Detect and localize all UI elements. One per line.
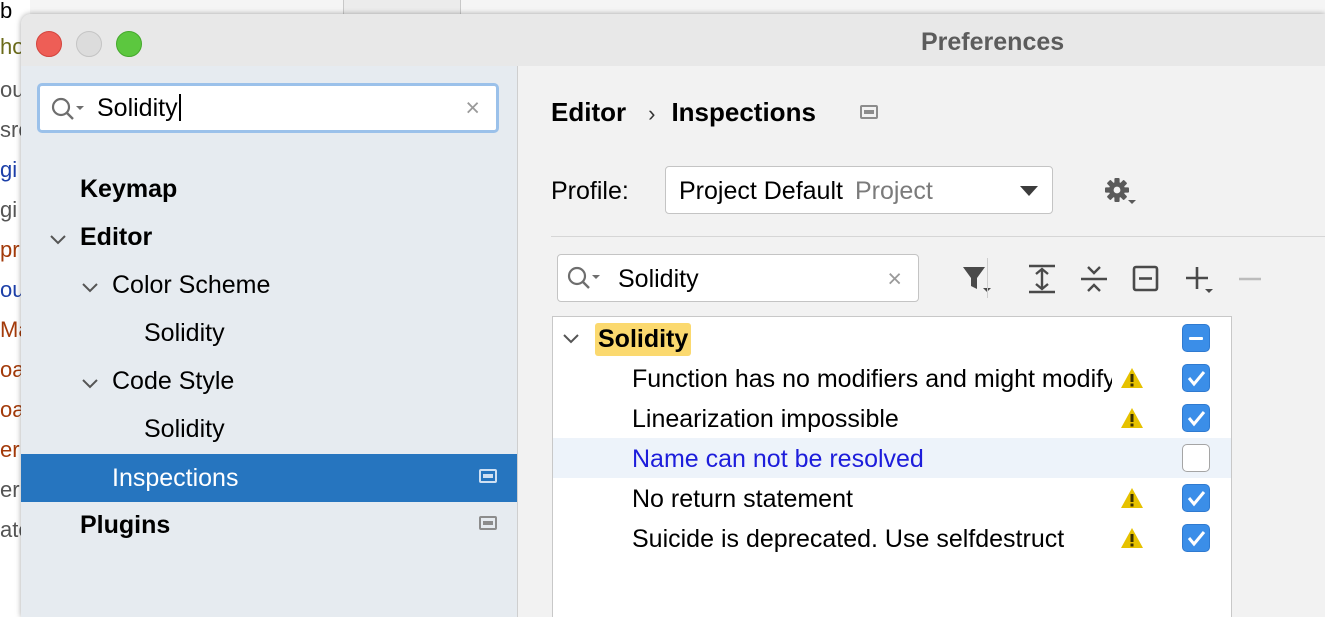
warning-icon [1119,526,1145,555]
inspection-name: Suicide is deprecated. Use selfdestruct [632,525,1065,553]
title-bar: Preferences [21,14,1325,66]
remove-icon[interactable] [1233,262,1267,296]
bg-fragment: b [0,0,13,23]
breadcrumb-inspections: Inspections [671,97,816,127]
gear-icon[interactable] [1103,177,1137,212]
warning-icon [1119,406,1145,435]
expand-all-icon[interactable] [1025,262,1059,296]
search-icon[interactable] [50,96,86,127]
breadcrumb-separator: › [648,101,656,126]
project-level-icon [860,105,878,119]
settings-search-value: Solidity [97,94,178,122]
minimize-window-button[interactable] [76,31,102,57]
sidebar-item-editor[interactable]: Editor [21,213,517,261]
chevron-down-icon[interactable] [561,330,581,353]
sidebar-item-inspections[interactable]: Inspections [21,454,517,502]
toolbar-separator [987,258,988,298]
sidebar-item-label: Keymap [80,175,178,203]
reset-to-default-icon[interactable] [1129,262,1163,296]
sidebar-item-color-scheme-solidity[interactable]: Solidity [21,309,517,357]
inspection-checkbox[interactable] [1182,364,1210,392]
inspection-checkbox[interactable] [1182,524,1210,552]
inspection-row[interactable]: Function has no modifiers and might modi… [553,358,1231,398]
sidebar-item-label: Plugins [80,511,171,539]
sidebar-item-code-style-solidity[interactable]: Solidity [21,405,517,453]
inspections-tree: Solidity Function has no modifiers and m… [552,316,1232,617]
sidebar-item-label: Color Scheme [112,271,271,299]
group-checkbox[interactable] [1182,324,1210,352]
sidebar-item-keymap[interactable]: Keymap [21,165,517,213]
sidebar-item-label: Solidity [144,415,225,443]
profile-dropdown[interactable]: Project Default Project [665,166,1053,214]
inspection-row[interactable]: No return statement [553,478,1231,518]
bg-fragment: gi [0,157,18,182]
warning-icon [1119,486,1145,515]
preferences-window: Preferences Solidity × Keymap Editor Col… [21,14,1325,617]
search-icon[interactable] [566,265,602,296]
tree-group-solidity[interactable]: Solidity [553,318,1231,358]
profile-scope: Project [854,177,933,205]
inspection-checkbox[interactable] [1182,404,1210,432]
inspection-name: Name can not be resolved [632,445,924,473]
dropdown-arrow-icon[interactable] [1020,186,1038,196]
project-level-icon [479,516,497,530]
inspections-panel: Editor › Inspections Profile: Project Defa… [518,66,1325,617]
clear-icon[interactable]: × [887,265,902,293]
filter-icon[interactable] [960,262,994,296]
text-caret [178,94,181,121]
clear-icon[interactable]: × [465,94,480,122]
divider [551,236,1325,237]
sidebar-item-code-style[interactable]: Code Style [21,357,517,405]
inspection-row[interactable]: Suicide is deprecated. Use selfdestruct [553,518,1231,558]
bg-fragment: gi [0,197,18,222]
bg-fragment: pr [0,237,20,262]
chevron-down-icon[interactable] [49,227,67,256]
settings-search-input[interactable]: Solidity × [37,83,499,133]
sidebar-item-color-scheme[interactable]: Color Scheme [21,261,517,309]
inspection-row[interactable]: Name can not be resolved [553,438,1231,478]
inspections-filter-input[interactable]: Solidity × [557,254,919,302]
chevron-down-icon[interactable] [81,371,99,400]
sidebar-item-label: Inspections [112,464,239,492]
inspection-checkbox[interactable] [1182,484,1210,512]
breadcrumb-editor[interactable]: Editor [551,97,626,127]
profile-label: Profile: [551,177,629,205]
inspection-name: Function has no modifiers and might modi… [632,365,1112,393]
sidebar-item-label: Solidity [144,319,225,347]
bg-fragment: er [0,437,20,462]
chevron-down-icon[interactable] [81,275,99,304]
warning-icon [1119,366,1145,395]
group-label: Solidity [595,323,692,356]
project-level-icon [479,469,497,483]
sidebar-item-label: Editor [80,223,153,251]
collapse-all-icon[interactable] [1077,262,1111,296]
profile-value: Project Default [679,177,843,205]
background-tab [343,0,461,14]
inspection-name: Linearization impossible [632,405,899,433]
inspections-filter-value: Solidity [618,265,699,293]
add-icon[interactable] [1181,262,1215,296]
window-title: Preferences [921,28,1065,56]
inspection-row[interactable]: Linearization impossible [553,398,1231,438]
inspection-checkbox[interactable] [1182,444,1210,472]
settings-sidebar: Solidity × Keymap Editor Color Scheme So… [21,66,518,617]
inspection-name: No return statement [632,485,853,513]
zoom-window-button[interactable] [116,31,142,57]
background-tab-bar [30,0,1325,15]
breadcrumb: Editor › Inspections [551,97,816,128]
close-window-button[interactable] [36,31,62,57]
sidebar-item-plugins[interactable]: Plugins [21,501,517,549]
sidebar-item-label: Code Style [112,367,235,395]
